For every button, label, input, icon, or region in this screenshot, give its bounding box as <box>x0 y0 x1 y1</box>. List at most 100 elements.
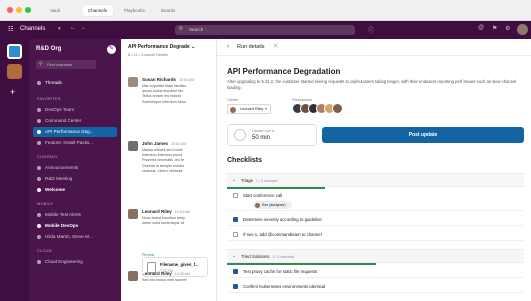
sidebar-section-title[interactable]: FAVORITES <box>37 97 61 101</box>
compose-icon[interactable]: ✎ <box>107 45 116 54</box>
grid-menu-icon[interactable]: ☷ <box>8 26 13 33</box>
author-name[interactable]: John James <box>142 141 168 146</box>
run-description: After upgrading to 5.31.2, the customer … <box>227 79 517 90</box>
maximize-window-button[interactable] <box>25 7 31 13</box>
back-arrow-icon[interactable]: ← <box>70 25 76 31</box>
update-label: Update due in <box>252 129 275 133</box>
checklist-item[interactable]: Start conference call Kee (assignee) <box>227 189 524 211</box>
run-title: API Performance Degradation <box>227 67 341 76</box>
sidebar-item-announcements[interactable]: Announcements <box>33 163 117 173</box>
saved-items-icon[interactable]: ⚑ <box>492 25 497 32</box>
chevron-down-icon[interactable]: ⌄ <box>232 253 236 259</box>
checklist-item[interactable]: Determine severity according to guidelin… <box>227 213 524 226</box>
author-name[interactable]: Susan Richards <box>142 77 176 82</box>
task-label: Test proxy cache for static file request… <box>243 268 318 274</box>
task-checkbox[interactable] <box>233 217 238 222</box>
message-timestamp: 10:02 AM <box>171 142 187 146</box>
search-input[interactable]: Search <box>175 25 355 35</box>
sidebar-section-title[interactable]: COMPANY <box>37 155 58 159</box>
sidebar-item-feature-install-packs[interactable]: Feature: Install Packs... <box>33 138 117 148</box>
tab-boards[interactable]: Boards <box>155 5 181 16</box>
sidebar-item-label: Command Center <box>45 118 82 123</box>
checklist-item[interactable]: Test proxy cache for static file request… <box>227 265 524 278</box>
sidebar-item-devops-team[interactable]: DevOps Team <box>33 105 117 115</box>
task-label: Determine severity according to guidelin… <box>243 216 322 222</box>
task-checkbox[interactable] <box>233 284 238 289</box>
sidebar-section-title[interactable]: CLOUD <box>37 249 52 253</box>
message-timestamp: 10:04 AM <box>174 210 190 214</box>
sidebar-item-mobile-test-alerts[interactable]: Mobile Test Alerts <box>33 210 117 220</box>
participants-label: Participants <box>292 98 312 102</box>
checklist-item[interactable]: Confirm Kubernetes environments identica… <box>227 280 524 293</box>
file-name: Filename_given_f... <box>160 262 199 267</box>
task-checkbox[interactable] <box>233 269 238 274</box>
clock-icon <box>234 129 246 141</box>
task-assignee[interactable]: Kee (assignee) <box>253 201 292 209</box>
assignee-name: Kee (assignee) <box>262 203 286 207</box>
update-value: 50 min <box>252 135 271 141</box>
avatar[interactable] <box>128 141 138 151</box>
mentions-icon[interactable]: @ <box>478 25 484 31</box>
file-attachment[interactable]: Filename_given_f... TXT File <box>142 257 208 277</box>
workspace-icon-rd-org[interactable] <box>7 44 22 59</box>
sidebar-item-command-center[interactable]: Command Center <box>33 116 117 126</box>
message-body: Nisi vulputate diam facilisis ipsum luctu… <box>142 84 214 105</box>
user-avatar[interactable] <box>517 24 528 35</box>
message-author[interactable]: John James 10:02 AM <box>142 141 186 146</box>
update-timer: Update due in 50 min <box>227 124 317 146</box>
tab-vault[interactable]: Vault <box>44 5 66 16</box>
avatar[interactable] <box>128 209 138 219</box>
find-channels-input[interactable]: Find channels <box>36 60 96 69</box>
owner-selector[interactable]: Leonard Riley ▾ <box>227 104 271 114</box>
open-external-icon[interactable]: ⇱ <box>274 44 278 50</box>
sidebar-item-r-d-meeting[interactable]: R&D Meeting <box>33 174 117 184</box>
task-checkbox[interactable] <box>233 193 238 198</box>
avatar[interactable] <box>128 271 138 281</box>
sidebar-item-label: Mobile Test Alerts <box>45 212 81 217</box>
workspace-name[interactable]: R&D Org <box>36 46 61 52</box>
sidebar-item-label: Welcome <box>45 187 66 192</box>
chevron-down-icon[interactable]: ⌄ <box>232 177 236 183</box>
message-line: Scelerisque interdum lobor <box>142 99 186 104</box>
group-count: 2 / 4 checked <box>272 255 294 259</box>
channel-subtitle[interactable]: 8 • 11 • Channel Details <box>128 53 168 57</box>
sidebar-item-api-performance-deg[interactable]: API Performance Deg... <box>33 127 117 137</box>
owner-label: Owner <box>227 98 239 102</box>
avatar[interactable] <box>128 77 138 87</box>
owner-name: Leonard Riley <box>240 107 264 111</box>
close-window-button[interactable] <box>7 7 13 13</box>
sidebar-item-cloud-engineering[interactable]: Cloud Engineering <box>33 257 117 267</box>
message-body: Sed nec lectus nibh laoreet <box>142 278 214 283</box>
task-checkbox[interactable] <box>233 232 238 237</box>
post-update-button[interactable]: Post update <box>322 127 524 143</box>
channel-icon <box>37 119 41 123</box>
sidebar-item-mobile-devops[interactable]: Mobile DevOps <box>33 221 117 231</box>
minimize-window-button[interactable] <box>16 7 22 13</box>
checklist-group-header[interactable]: ⌄ Tried Solutions 2 / 4 checked <box>227 249 524 263</box>
add-team-icon[interactable]: + <box>10 87 15 97</box>
author-name[interactable]: Leonard Riley <box>142 209 172 214</box>
group-title: Triage <box>241 178 254 183</box>
sidebar-item-welcome[interactable]: Welcome <box>33 185 117 195</box>
settings-gear-icon[interactable]: ⚙ <box>505 25 510 32</box>
channel-icon <box>37 108 41 112</box>
checklist-group-header[interactable]: ⌄ Triage 1 / 3 checked <box>227 173 524 187</box>
product-switcher[interactable]: Channels <box>20 26 45 32</box>
sidebar-item-hilda-martin-steve-m[interactable]: Hilda Martin, Steve M... <box>33 232 117 242</box>
workspace-icon-secondary[interactable] <box>7 64 22 79</box>
sidebar-section-title[interactable]: MOBILE <box>37 202 53 206</box>
sidebar-item-label: Feature: Install Packs... <box>45 140 93 145</box>
chevron-down-icon[interactable]: ▾ <box>58 26 61 32</box>
help-icon[interactable]: ⓘ <box>368 25 374 34</box>
back-chevron-icon[interactable]: ‹ <box>227 43 229 50</box>
forward-arrow-icon[interactable]: → <box>80 25 86 31</box>
message-author[interactable]: Leonard Riley 10:04 AM <box>142 209 190 214</box>
channel-title[interactable]: API Performance Degrade ⌄ <box>128 44 195 50</box>
message-author[interactable]: Susan Richards 10:00 AM <box>142 77 194 82</box>
sidebar-item-threads[interactable]: Threads <box>33 78 117 88</box>
message: Leonard Riley 10:04 AM Nunc lectus faucibu… <box>128 209 216 233</box>
checklist-item[interactable]: If sev-1, add @commandteam to channel <box>227 228 524 241</box>
participant-avatar[interactable] <box>332 103 343 114</box>
tab-playbooks[interactable]: Playbooks <box>118 5 151 16</box>
tab-channels[interactable]: Channels <box>82 5 114 16</box>
